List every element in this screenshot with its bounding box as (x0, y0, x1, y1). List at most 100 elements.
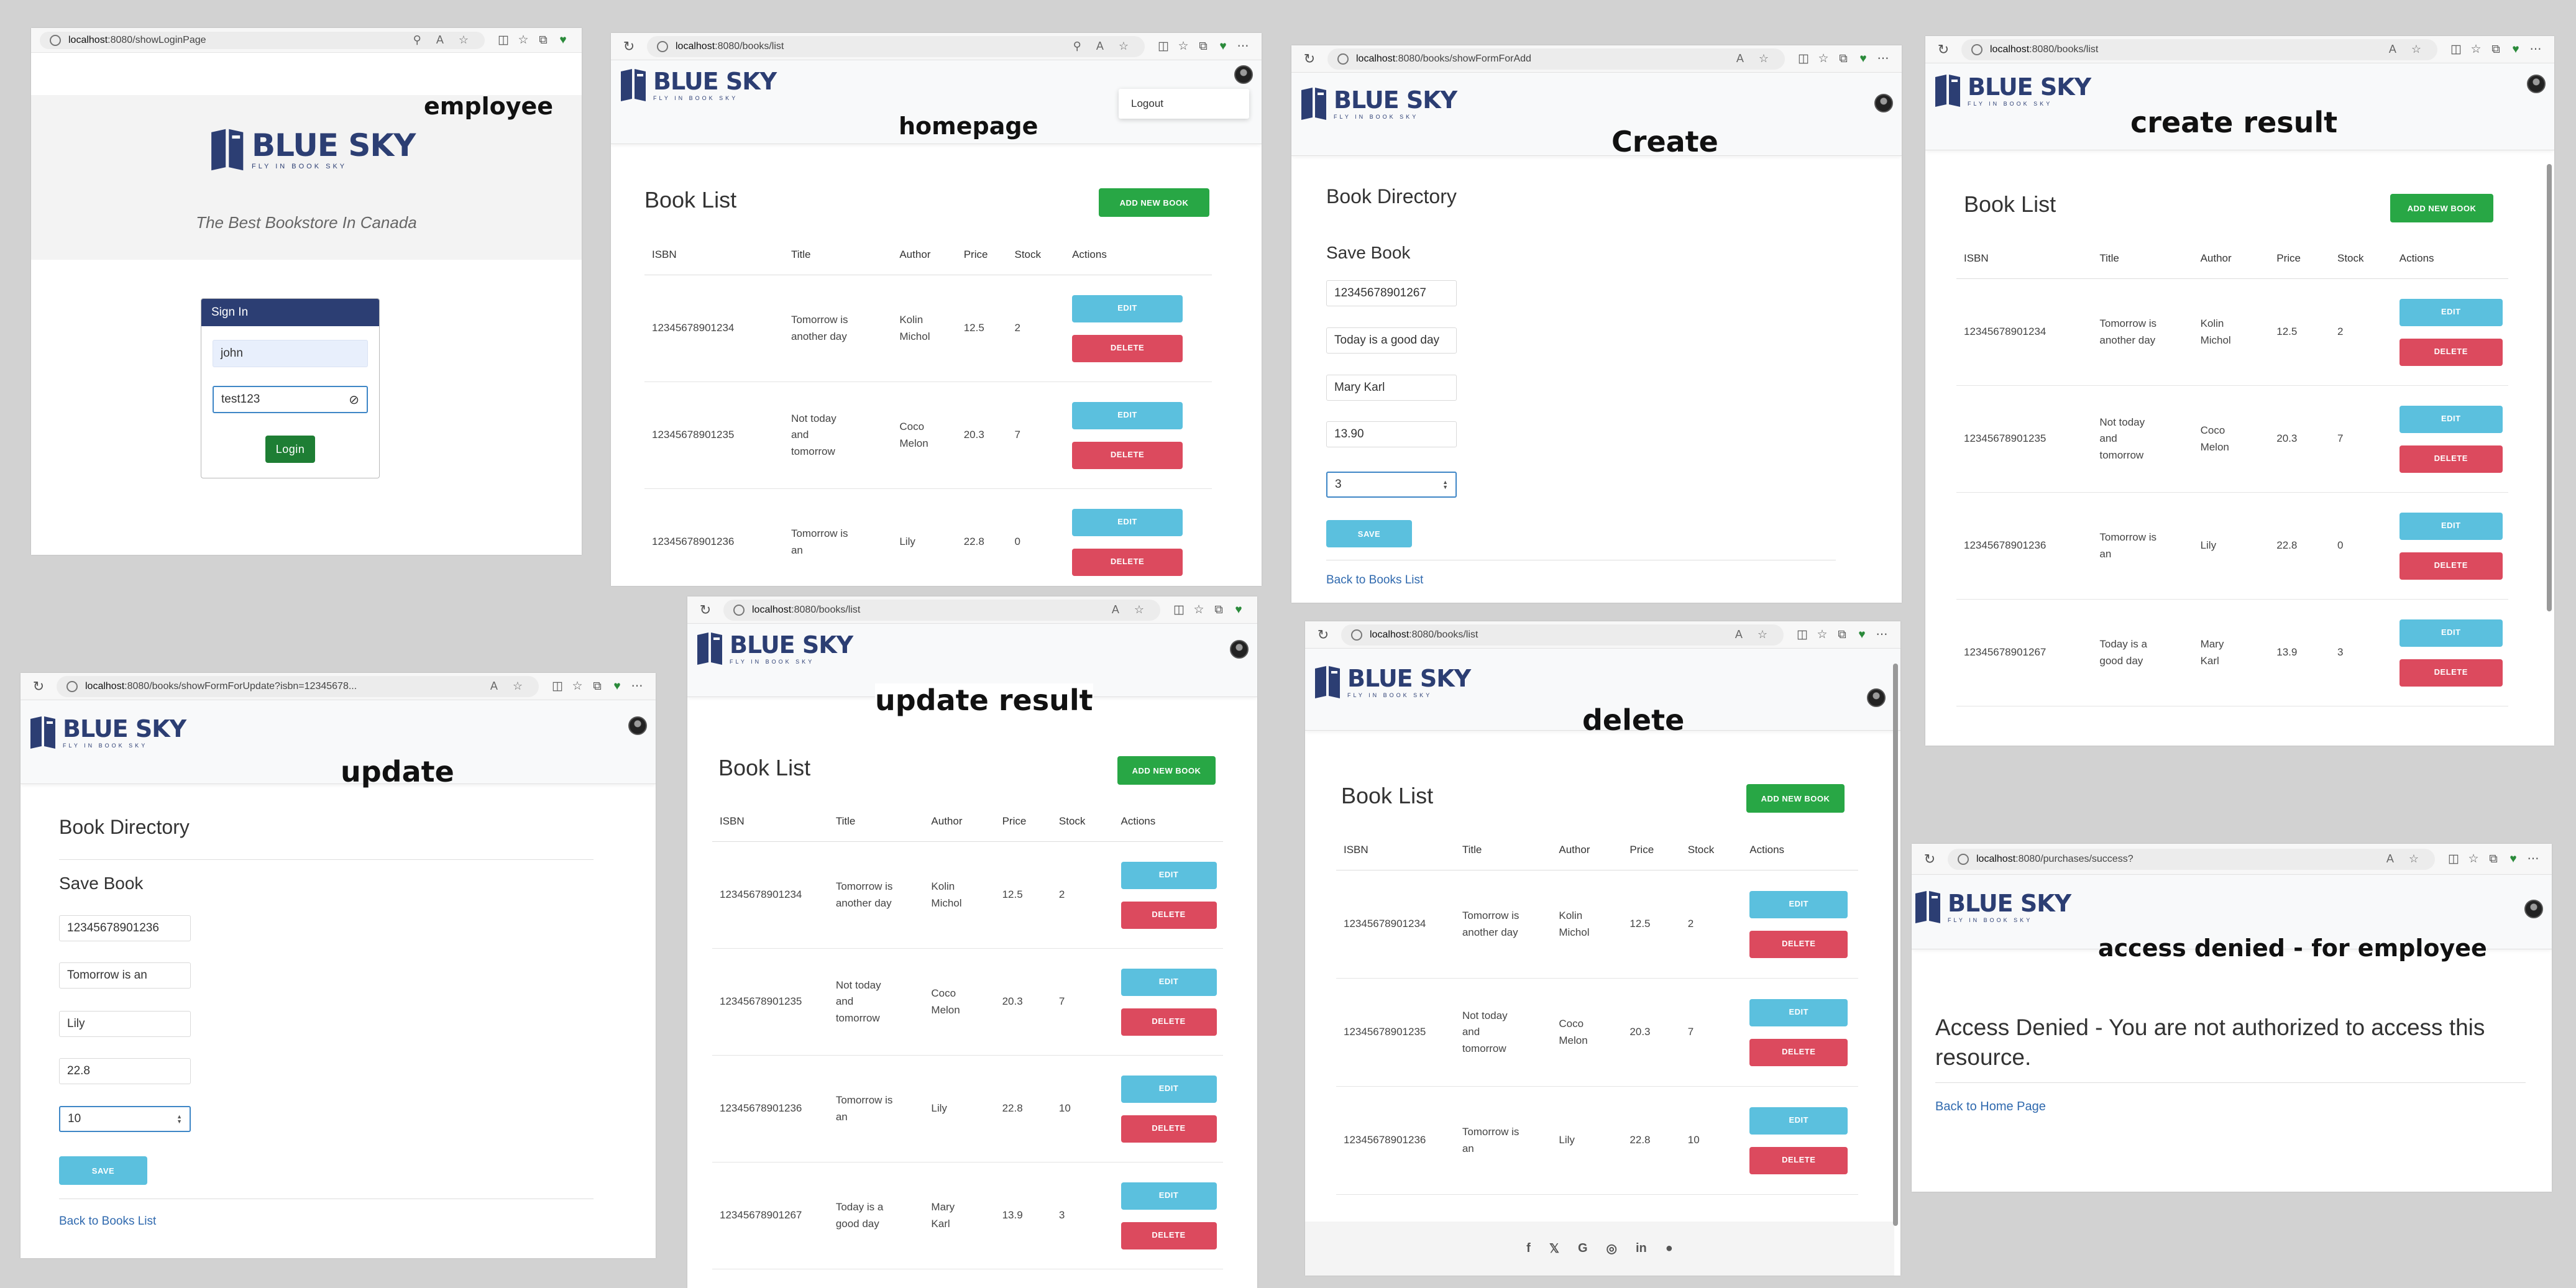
instagram-icon[interactable]: ◎ (1607, 1241, 1617, 1256)
delete-button[interactable]: DELETE (1121, 901, 1217, 929)
google-icon[interactable]: G (1578, 1241, 1588, 1256)
refresh-icon[interactable]: ↻ (29, 677, 48, 696)
refresh-icon[interactable]: ↻ (1934, 40, 1953, 59)
login-button[interactable]: Login (265, 436, 315, 463)
collections-icon[interactable]: ⧉ (533, 31, 553, 50)
brand-logo[interactable]: BLUE SKY FLY IN BOOK SKY (695, 631, 853, 666)
site-info-icon[interactable] (1337, 53, 1349, 65)
split-screen-icon[interactable]: ◫ (548, 677, 567, 696)
add-new-book-button[interactable]: ADD NEW BOOK (1746, 784, 1845, 813)
address-bar-icons[interactable]: A ☆ (2381, 43, 2427, 56)
address-bar-icons[interactable]: A ☆ (483, 680, 529, 693)
user-avatar[interactable] (1874, 94, 1893, 112)
split-screen-icon[interactable]: ◫ (2444, 850, 2464, 869)
split-screen-icon[interactable]: ◫ (1153, 37, 1173, 56)
favorites-icon[interactable]: ☆ (1189, 601, 1209, 619)
title-input[interactable]: Tomorrow is an (59, 962, 191, 989)
split-screen-icon[interactable]: ◫ (1792, 626, 1812, 644)
edit-button[interactable]: EDIT (1121, 1182, 1217, 1210)
password-input[interactable]: test123 ⊘ (213, 386, 368, 413)
favorites-icon[interactable]: ☆ (2464, 850, 2483, 869)
split-screen-icon[interactable]: ◫ (1169, 601, 1189, 619)
address-bar-icons[interactable]: A ☆ (1729, 52, 1775, 65)
site-info-icon[interactable] (1351, 629, 1362, 641)
collections-icon[interactable]: ⧉ (1193, 37, 1213, 56)
delete-button[interactable]: DELETE (2399, 552, 2503, 580)
favorites-icon[interactable]: ☆ (1173, 37, 1193, 56)
author-input[interactable]: Mary Karl (1326, 375, 1457, 401)
scrollbar[interactable] (1893, 664, 1898, 1226)
address-bar[interactable]: localhost:8080/books/showFormForUpdate?i… (57, 675, 539, 697)
address-bar[interactable]: localhost:8080/books/list A ☆ (1341, 624, 1784, 646)
edit-button[interactable]: EDIT (1749, 998, 1848, 1026)
more-icon[interactable]: ⋯ (2523, 850, 2543, 869)
brand-logo[interactable]: BLUE SKY FLY IN BOOK SKY (1913, 890, 2071, 925)
site-info-icon[interactable] (50, 34, 61, 46)
logout-menu-item[interactable]: Logout (1131, 98, 1163, 110)
more-icon[interactable]: ⋯ (1872, 626, 1892, 644)
delete-button[interactable]: DELETE (2399, 659, 2503, 687)
user-avatar[interactable] (1234, 65, 1253, 84)
user-avatar[interactable] (2524, 900, 2543, 918)
address-bar[interactable]: localhost:8080/purchases/success? A ☆ (1948, 848, 2435, 870)
edit-button[interactable]: EDIT (1121, 1075, 1217, 1103)
edit-button[interactable]: EDIT (1072, 295, 1183, 322)
more-icon[interactable]: ⋯ (627, 677, 647, 696)
brand-logo[interactable]: BLUE SKY FLY IN BOOK SKY (618, 68, 777, 103)
refresh-icon[interactable]: ↻ (1314, 626, 1332, 644)
extension-icon[interactable]: ♥ (1213, 37, 1233, 56)
collections-icon[interactable]: ⧉ (1833, 50, 1853, 68)
price-input[interactable]: 22.8 (59, 1058, 191, 1084)
back-to-books-link[interactable]: Back to Books List (59, 1215, 156, 1228)
more-icon[interactable]: ⋯ (1233, 37, 1253, 56)
extension-icon[interactable]: ♥ (553, 31, 573, 50)
favorites-icon[interactable]: ☆ (513, 31, 533, 50)
save-button[interactable]: SAVE (1326, 520, 1412, 547)
author-input[interactable]: Lily (59, 1011, 191, 1037)
collections-icon[interactable]: ⧉ (587, 677, 607, 696)
extension-icon[interactable]: ♥ (2503, 850, 2523, 869)
site-info-icon[interactable] (1971, 43, 1982, 55)
address-bar[interactable]: localhost:8080/books/showFormForAdd A ☆ (1327, 48, 1785, 70)
delete-button[interactable]: DELETE (1749, 930, 1848, 958)
linkedin-icon[interactable]: in (1636, 1241, 1647, 1256)
scrollbar[interactable] (2547, 164, 2552, 611)
split-screen-icon[interactable]: ◫ (2446, 40, 2466, 59)
delete-button[interactable]: DELETE (1749, 1146, 1848, 1174)
edit-button[interactable]: EDIT (2399, 405, 2503, 433)
extension-icon[interactable]: ♥ (1852, 626, 1872, 644)
delete-button[interactable]: DELETE (1072, 334, 1183, 362)
address-bar[interactable]: localhost:8080/books/list A ☆ (723, 599, 1160, 621)
facebook-icon[interactable]: f (1526, 1241, 1531, 1256)
extension-icon[interactable]: ♥ (607, 677, 627, 696)
address-bar[interactable]: localhost:8080/showLoginPage ⚲ A ☆ (40, 31, 485, 49)
address-bar[interactable]: localhost:8080/books/list ⚲ A ☆ (647, 35, 1145, 57)
more-icon[interactable]: ⋯ (2526, 40, 2546, 59)
github-icon[interactable]: ● (1666, 1241, 1673, 1256)
price-input[interactable]: 13.90 (1326, 421, 1457, 447)
collections-icon[interactable]: ⧉ (1832, 626, 1852, 644)
isbn-input[interactable]: 12345678901236 (59, 915, 191, 941)
refresh-icon[interactable]: ↻ (1920, 850, 1939, 869)
address-bar-icons[interactable]: ⚲ A ☆ (1066, 40, 1135, 53)
collections-icon[interactable]: ⧉ (2483, 850, 2503, 869)
add-new-book-button[interactable]: ADD NEW BOOK (1117, 756, 1216, 785)
user-avatar[interactable] (1867, 688, 1886, 707)
delete-button[interactable]: DELETE (1121, 1115, 1217, 1143)
stepper-arrows-icon[interactable]: ▲ ▼ (1442, 480, 1448, 490)
user-avatar[interactable] (2527, 75, 2546, 93)
twitter-icon[interactable]: 𝕏 (1549, 1241, 1559, 1256)
favorites-icon[interactable]: ☆ (1813, 50, 1833, 68)
stock-stepper[interactable]: 10 ▲ ▼ (59, 1106, 191, 1132)
edit-button[interactable]: EDIT (1072, 508, 1183, 536)
brand-logo[interactable]: BLUE SKY FLY IN BOOK SKY (1313, 665, 1471, 700)
delete-button[interactable]: DELETE (1072, 441, 1183, 469)
edit-button[interactable]: EDIT (1121, 968, 1217, 996)
save-button[interactable]: SAVE (59, 1156, 147, 1185)
title-input[interactable]: Today is a good day (1326, 327, 1457, 354)
favorites-icon[interactable]: ☆ (1812, 626, 1832, 644)
more-icon[interactable]: ⋯ (1873, 50, 1893, 68)
stock-stepper[interactable]: 3 ▲ ▼ (1326, 472, 1457, 498)
site-info-icon[interactable] (66, 680, 78, 692)
edit-button[interactable]: EDIT (1749, 890, 1848, 918)
